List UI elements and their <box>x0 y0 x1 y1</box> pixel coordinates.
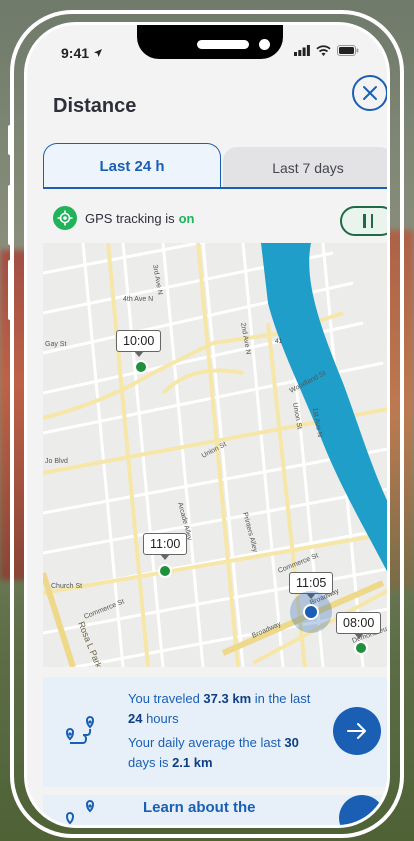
summary-days: 30 <box>284 735 299 750</box>
summary-text-part: days is <box>128 755 173 770</box>
status-icons <box>294 45 359 56</box>
toggle-bar-icon <box>370 214 373 228</box>
map-stop-pin[interactable] <box>354 641 368 655</box>
svg-text:41: 41 <box>275 338 283 345</box>
summary-hours: 24 <box>128 711 143 726</box>
notch-camera <box>259 39 270 50</box>
map-stop-pin[interactable] <box>134 360 148 374</box>
signal-icon <box>294 45 310 56</box>
page-title: Distance <box>53 95 137 117</box>
summary-line-1: You traveled 37.3 km in the last 24 hour… <box>128 689 328 729</box>
location-arrow-icon <box>94 49 102 57</box>
close-button[interactable] <box>352 75 387 111</box>
phone-screen: 9:41 Distance Last 24 h Last 7 days GPS … <box>24 22 390 828</box>
svg-text:Jo Blvd: Jo Blvd <box>45 458 68 465</box>
tab-bar: Last 24 h Last 7 days <box>27 143 387 189</box>
learn-card[interactable]: Learn about the <box>43 795 387 825</box>
arrow-right-icon <box>347 723 366 739</box>
wifi-icon <box>316 45 331 56</box>
tab-last-24h[interactable]: Last 24 h <box>43 143 221 189</box>
svg-text:4th Ave N: 4th Ave N <box>123 296 153 303</box>
gps-toggle[interactable] <box>340 206 387 236</box>
close-icon <box>363 86 377 100</box>
map-view[interactable]: 3rd Ave N 4th Ave N 2nd Ave N Gay St Woo… <box>43 243 387 667</box>
summary-text-part: Your daily average the last <box>128 735 285 750</box>
gps-crosshair-icon <box>53 206 77 230</box>
route-icon <box>66 715 94 744</box>
tab-underline <box>43 187 387 189</box>
learn-arrow-button[interactable] <box>339 795 385 825</box>
summary-text-part: hours <box>142 711 179 726</box>
gps-label: GPS tracking is <box>85 210 175 226</box>
status-time: 9:41 <box>61 45 90 61</box>
status-bar: 9:41 <box>27 25 387 75</box>
map-pin-label: 10:00 <box>116 330 162 357</box>
map-stop-pin[interactable] <box>158 564 172 578</box>
summary-distance: 37.3 km <box>203 691 252 706</box>
summary-text: You traveled 37.3 km in the last 24 hour… <box>128 689 328 773</box>
tab-last-7-days[interactable]: Last 7 days <box>223 147 387 189</box>
gps-state: on <box>178 210 195 226</box>
toggle-bar-icon <box>363 214 366 228</box>
route-icon <box>66 799 94 825</box>
summary-average: 2.1 km <box>172 755 213 770</box>
map-canvas: 3rd Ave N 4th Ave N 2nd Ave N Gay St Woo… <box>43 243 387 667</box>
summary-line-2: Your daily average the last 30 days is 2… <box>128 733 328 773</box>
learn-label: Learn about the <box>143 799 256 816</box>
notch-speaker <box>197 40 249 49</box>
summary-text-part: You traveled <box>128 691 204 706</box>
map-pin-label: 11:00 <box>143 533 188 560</box>
battery-icon <box>337 45 359 56</box>
svg-text:Gay St: Gay St <box>45 341 66 348</box>
current-location-pin[interactable] <box>303 604 319 620</box>
summary-text-part: in the last <box>251 691 311 706</box>
map-pin-label: 08:00 <box>336 612 382 639</box>
svg-text:Church St: Church St <box>51 583 82 590</box>
distance-summary-card: You traveled 37.3 km in the last 24 hour… <box>43 677 387 787</box>
summary-arrow-button[interactable] <box>333 707 381 755</box>
